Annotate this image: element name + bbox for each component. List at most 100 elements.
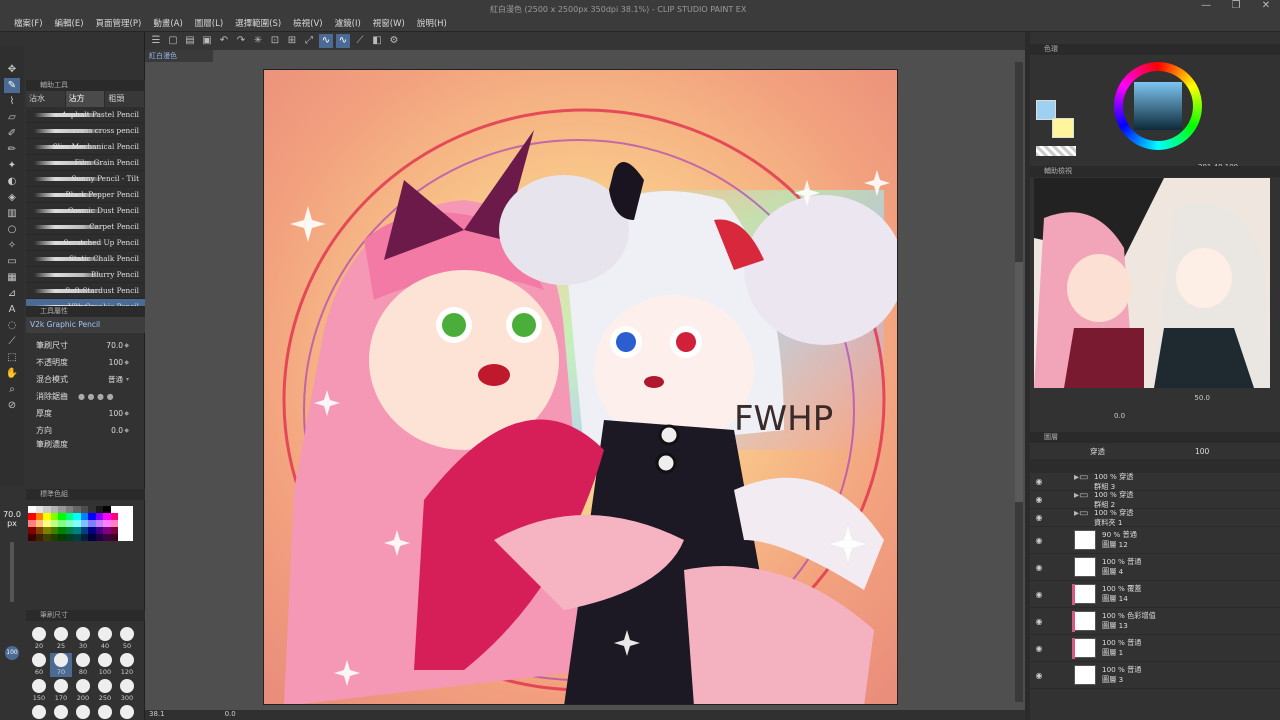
color-swatch[interactable] [80,520,88,527]
layer-blend-select[interactable]: 穿透 [1090,446,1105,457]
brush-size-preset[interactable]: 500 [50,705,72,720]
brush-size-preset[interactable]: 120 [116,653,138,677]
thickness-row[interactable]: 厚度 100 ◆ [26,405,145,422]
zoom-icon[interactable]: ⌕ [4,382,20,397]
color-swatch[interactable] [43,506,51,513]
undo-icon[interactable]: ↶ [217,34,231,48]
color-swatch[interactable] [110,513,118,520]
color-swatch[interactable] [65,513,73,520]
color-swatch[interactable] [65,506,73,513]
brush-item[interactable]: Carpet Pencil [26,219,145,235]
magic-wand-icon[interactable]: ✧ [4,238,20,253]
color-swatch[interactable] [103,534,111,541]
color-swatch[interactable] [65,534,73,541]
navigator-rotate[interactable]: 0.0 [1114,412,1125,420]
color-swatch[interactable] [73,513,81,520]
brush-item[interactable]: Film Grain Pencil [26,155,145,171]
brush-size-preset[interactable]: 700 [94,705,116,720]
primary-color-swatch[interactable] [1036,100,1056,120]
dropper-icon[interactable]: ⊘ [4,398,20,413]
spinner-icon[interactable]: ◆ [124,410,129,417]
spinner-icon[interactable]: ◆ [124,359,129,366]
clear-icon[interactable]: ✳ [251,34,265,48]
blend-mode-row[interactable]: 混合模式 普通 ▾ [26,371,145,388]
menu-item-8[interactable]: 視窗(W) [367,17,411,29]
transparent-swatch[interactable] [1036,146,1076,156]
color-swatch[interactable] [125,513,133,520]
direction-row[interactable]: 方向 0.0 ◆ [26,422,145,439]
color-swatch[interactable] [103,527,111,534]
brush-item[interactable]: Slim Mechanical Pencil [26,139,145,155]
layer-row[interactable]: ◉ ▸▭ 100 % 穿透 群組 3 [1030,472,1280,491]
layer-row[interactable]: ◉ 100 % 普通 圖層 1 [1030,635,1280,662]
brush-size-preset[interactable]: 30 [72,627,94,651]
sub-tool-tab-2[interactable]: 粗頭 [105,91,146,107]
spray-icon[interactable]: ✦ [4,158,20,173]
color-swatch[interactable] [95,527,103,534]
antialias-row[interactable]: 消除鋸齒 ● ● ● ● [26,388,145,405]
brush-item[interactable]: Asphalt Pastel Pencil [26,107,145,123]
secondary-color-swatch[interactable] [1052,118,1074,138]
brush-size-slider[interactable]: 70.0 px 100 [0,502,24,660]
color-swatch[interactable] [80,506,88,513]
color-swatch[interactable] [125,534,133,541]
layer-row[interactable]: ◉ 100 % 色彩增值 圖層 13 [1030,608,1280,635]
ruler-tool-icon[interactable]: ⊿ [4,286,20,301]
color-swatch[interactable] [118,506,126,513]
blend-mode-select[interactable]: 普通 [108,374,123,385]
color-swatch[interactable] [50,527,58,534]
ruler-icon[interactable]: ⟋ [353,34,367,48]
brush-size-preset[interactable]: 40 [94,627,116,651]
color-swatch[interactable] [103,513,111,520]
brush-size-preset[interactable]: 600 [72,705,94,720]
settings-icon[interactable]: ⚙ [387,34,401,48]
color-swatch[interactable] [73,520,81,527]
brush-size-preset[interactable]: 20 [28,627,50,651]
brush-density-row[interactable]: 筆刷濃度 [26,439,145,449]
zoom-readout[interactable]: 38.1 [149,710,165,720]
gradient-icon[interactable]: ▥ [4,206,20,221]
marker-icon[interactable]: ✐ [4,126,20,141]
opacity-value[interactable]: 100 [109,358,123,367]
color-swatch[interactable] [110,534,118,541]
vertical-scrollbar[interactable] [1015,62,1023,702]
color-swatch[interactable] [50,534,58,541]
transform-icon[interactable]: ⤢ [302,34,316,48]
color-swatch[interactable] [50,513,58,520]
color-swatch[interactable] [50,506,58,513]
saturation-square[interactable] [1134,82,1182,130]
color-swatch[interactable] [35,534,43,541]
canvas-area[interactable]: 紅白漫色 FWHP [145,50,1025,720]
color-swatch[interactable] [103,520,111,527]
color-swatch[interactable] [110,527,118,534]
color-swatch[interactable] [73,534,81,541]
open-icon[interactable]: ▤ [183,34,197,48]
eye-icon[interactable]: ◉ [1030,617,1048,626]
text-icon[interactable]: A [4,302,20,317]
layer-opacity[interactable]: 100 [1195,447,1209,456]
brush-size-preset[interactable]: 60 [28,653,50,677]
snap-icon[interactable]: ∿ [336,34,350,48]
brush-size-preset[interactable]: 170 [50,679,72,703]
color-swatch[interactable] [125,506,133,513]
crop-icon[interactable]: ⊞ [285,34,299,48]
menu-item-5[interactable]: 選擇範圍(S) [229,17,287,29]
menu-item-6[interactable]: 檢視(V) [287,17,328,29]
color-swatch[interactable] [65,520,73,527]
brush-item[interactable]: Sunny Pencil - Tilt [26,171,145,187]
color-swatch[interactable] [35,513,43,520]
hand-icon[interactable]: ✋ [4,366,20,381]
color-swatch[interactable] [43,513,51,520]
menu-icon[interactable]: ☰ [149,34,163,48]
menu-item-0[interactable]: 檔案(F) [8,17,49,29]
frame-icon[interactable]: ▦ [4,270,20,285]
brush-size-preset[interactable]: 100 [94,653,116,677]
brush-size-row[interactable]: 筆刷尺寸 70.0 ◆ [26,337,145,354]
new-file-icon[interactable]: ▢ [166,34,180,48]
color-swatch[interactable] [118,520,126,527]
menu-item-3[interactable]: 動畫(A) [147,17,188,29]
brush-item[interactable]: cross cross pencil [26,123,145,139]
figure-icon[interactable]: ▭ [4,254,20,269]
balloon-icon[interactable]: ◌ [4,318,20,333]
color-swatch[interactable] [80,513,88,520]
